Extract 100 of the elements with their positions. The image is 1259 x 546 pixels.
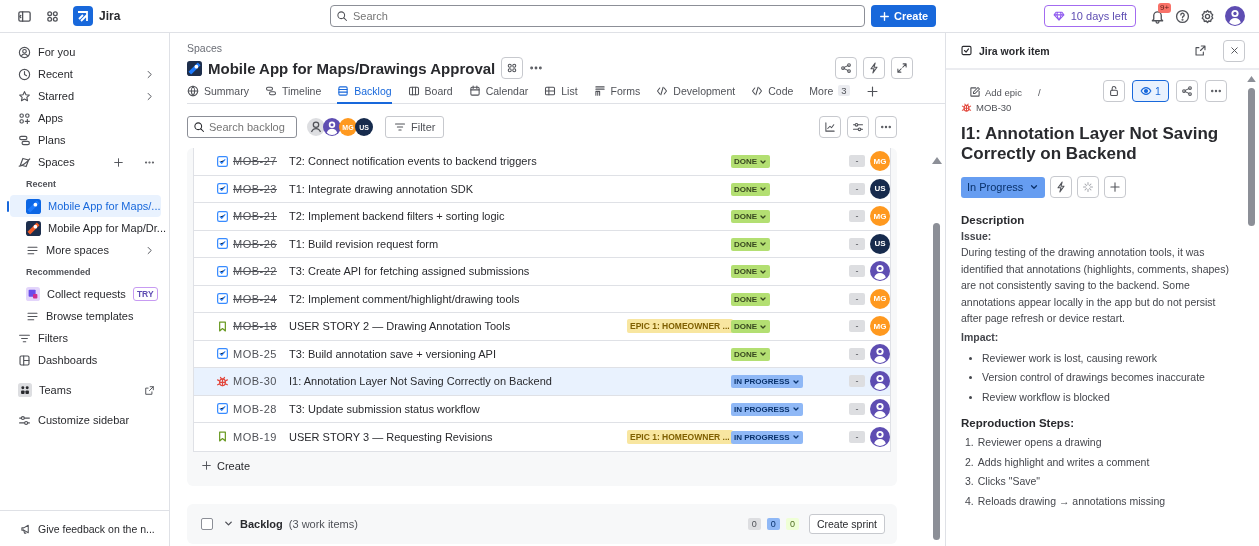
- tab[interactable]: Code: [751, 79, 794, 104]
- work-item-key[interactable]: MOB-25: [233, 347, 289, 360]
- estimate[interactable]: -: [849, 210, 865, 223]
- work-item-row[interactable]: MOB-23 T1: Integrate drawing annotation SDK DONE - US: [194, 175, 890, 203]
- work-item-title[interactable]: I1: Annotation Layer Not Saving Correctly on Backend: [961, 124, 1237, 164]
- work-item-key[interactable]: MOB-30: [976, 101, 1012, 113]
- work-item-key[interactable]: MOB-23: [233, 182, 289, 195]
- status-dropdown[interactable]: In Progress: [961, 176, 1046, 198]
- sidebar-item[interactable]: Spaces: [10, 151, 161, 173]
- estimate[interactable]: -: [849, 320, 865, 333]
- status-dropdown[interactable]: DONE: [731, 320, 771, 334]
- product-name[interactable]: Jira: [99, 9, 121, 23]
- tab[interactable]: List: [544, 79, 578, 104]
- estimate[interactable]: -: [849, 155, 865, 168]
- tab[interactable]: Board: [407, 79, 453, 104]
- work-item-key[interactable]: MOB-30: [233, 375, 289, 388]
- scroll-up-icon[interactable]: [1247, 76, 1256, 82]
- checkbox[interactable]: [201, 517, 213, 530]
- status-dropdown[interactable]: IN PROGRESS: [731, 402, 803, 416]
- work-item-key[interactable]: MOB-18: [233, 320, 289, 333]
- feedback-link[interactable]: Give feedback on the n...: [0, 510, 169, 546]
- estimate[interactable]: -: [849, 347, 865, 360]
- scroll-up-icon[interactable]: [932, 157, 942, 164]
- status-dropdown[interactable]: DONE: [731, 182, 771, 196]
- sidebar-item[interactable]: Browse templates: [10, 305, 161, 327]
- open-in-new-icon[interactable]: [1194, 44, 1207, 57]
- tab[interactable]: Timeline: [264, 79, 322, 104]
- work-item-key[interactable]: MOB-27: [233, 155, 289, 168]
- status-dropdown[interactable]: DONE: [731, 265, 771, 279]
- work-item-key[interactable]: MOB-28: [233, 402, 289, 415]
- work-item-key[interactable]: MOB-26: [233, 237, 289, 250]
- user-avatar[interactable]: [323, 118, 341, 136]
- space-item[interactable]: Mobile App for Maps/...: [10, 195, 161, 217]
- filter-button[interactable]: Filter: [385, 116, 445, 138]
- app-switcher-icon[interactable]: [45, 8, 60, 24]
- work-item-key[interactable]: MOB-24: [233, 292, 289, 305]
- chevron-down-icon[interactable]: [223, 518, 234, 529]
- work-item-row[interactable]: MOB-27 T2: Connect notification events to backend triggers DONE - MG: [194, 148, 890, 176]
- search-field[interactable]: Search backlog: [187, 116, 297, 138]
- sidebar-item[interactable]: For you: [10, 41, 161, 63]
- epic-tag[interactable]: EPIC 1: HOMEOWNER ...: [627, 319, 733, 334]
- create-item-button[interactable]: Create: [193, 451, 257, 480]
- scrollbar-thumb[interactable]: [1248, 88, 1255, 226]
- work-item-key[interactable]: MOB-22: [233, 265, 289, 278]
- work-item-key[interactable]: MOB-21: [233, 210, 289, 223]
- add-tab-icon[interactable]: [865, 85, 879, 98]
- help-icon[interactable]: [1175, 8, 1190, 24]
- status-dropdown[interactable]: IN PROGRESS: [731, 375, 803, 389]
- status-dropdown[interactable]: DONE: [731, 237, 771, 251]
- scrollbar-thumb[interactable]: [933, 223, 940, 540]
- sidebar-item[interactable]: Starred: [10, 85, 161, 107]
- automation-button[interactable]: [863, 57, 885, 79]
- view-settings-button[interactable]: [847, 116, 869, 138]
- work-item-row[interactable]: MOB-22 T3: Create API for fetching assigned submissions DONE -: [194, 258, 890, 286]
- plus-icon[interactable]: [113, 156, 124, 168]
- sidebar-item[interactable]: Filters: [10, 327, 161, 349]
- estimate[interactable]: -: [849, 265, 865, 278]
- sidebar-item[interactable]: Plans: [10, 129, 161, 151]
- watch-button[interactable]: 1: [1132, 80, 1169, 102]
- add-epic-button[interactable]: Add epic: [969, 86, 1022, 98]
- tab[interactable]: Backlog: [337, 79, 392, 104]
- status-dropdown[interactable]: DONE: [731, 210, 771, 224]
- sidebar-item[interactable]: Collect requests TRY: [10, 283, 161, 305]
- user-avatar[interactable]: [870, 261, 890, 282]
- work-item-row[interactable]: MOB-24 T2: Implement comment/highlight/drawing tools DONE - MG: [194, 285, 890, 313]
- user-avatar[interactable]: US: [870, 233, 890, 254]
- sidebar-item[interactable]: Apps: [10, 107, 161, 129]
- status-dropdown[interactable]: DONE: [731, 292, 771, 306]
- work-item-row[interactable]: MOB-26 T1: Build revision request form DONE - US: [194, 230, 890, 258]
- user-avatar[interactable]: [870, 398, 890, 419]
- tab[interactable]: Forms: [593, 79, 641, 104]
- user-avatar[interactable]: [870, 371, 890, 392]
- unassigned-avatar[interactable]: [307, 118, 325, 136]
- sidebar-item[interactable]: Customize sidebar: [10, 409, 161, 431]
- user-avatar[interactable]: [870, 343, 890, 364]
- trial-button[interactable]: 10 days left: [1043, 5, 1136, 27]
- expand-button[interactable]: [891, 57, 913, 79]
- sidebar-item[interactable]: More spaces: [10, 239, 161, 261]
- estimate[interactable]: -: [849, 182, 865, 195]
- settings-icon[interactable]: [1200, 8, 1215, 24]
- share-button[interactable]: [835, 57, 857, 79]
- epic-tag[interactable]: EPIC 1: HOMEOWNER ...: [627, 429, 733, 444]
- user-avatar[interactable]: [870, 426, 890, 447]
- estimate[interactable]: -: [849, 292, 865, 305]
- work-item-row[interactable]: MOB-28 T3: Update submission status workflow IN PROGRESS -: [194, 395, 890, 423]
- work-item-row[interactable]: MOB-18 USER STORY 2 — Drawing Annotation Tools EPIC 1: HOMEOWNER ... DONE - MG: [194, 313, 890, 341]
- more-button[interactable]: [1205, 80, 1227, 102]
- estimate[interactable]: -: [849, 430, 865, 443]
- status-dropdown[interactable]: DONE: [731, 347, 771, 361]
- work-item-key[interactable]: MOB-19: [233, 430, 289, 443]
- estimate[interactable]: -: [849, 237, 865, 250]
- tab[interactable]: More 3: [809, 79, 850, 104]
- user-avatar[interactable]: US: [870, 178, 890, 199]
- more-button[interactable]: [875, 116, 897, 138]
- breadcrumb-link[interactable]: Spaces: [187, 42, 929, 56]
- sidebar-item[interactable]: Dashboards: [10, 349, 161, 371]
- tab[interactable]: Summary: [187, 79, 249, 104]
- user-avatar[interactable]: [1225, 6, 1245, 26]
- tab[interactable]: Calendar: [468, 79, 529, 104]
- status-dropdown[interactable]: IN PROGRESS: [731, 430, 803, 444]
